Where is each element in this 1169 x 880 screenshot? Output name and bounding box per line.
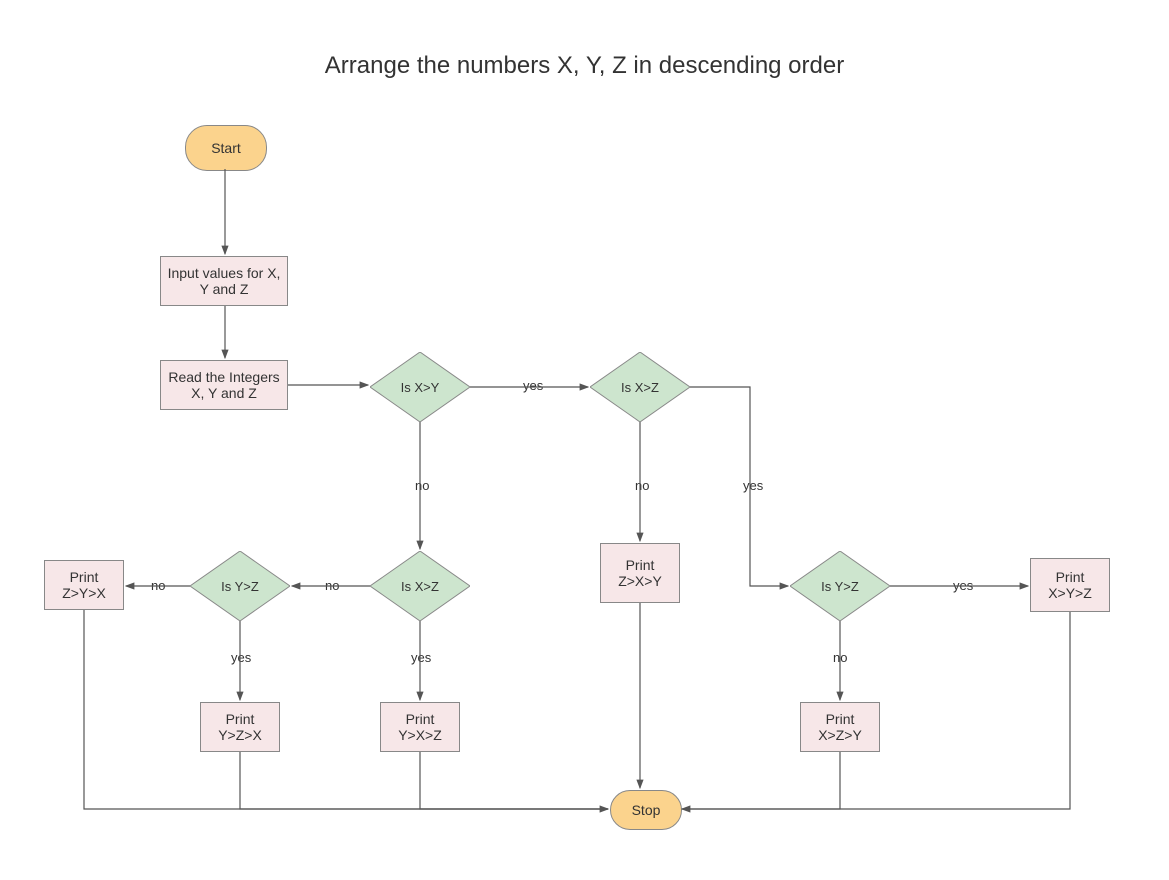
read-label: Read the Integers X, Y and Z <box>163 369 285 401</box>
label-yz-right-no: no <box>830 650 850 665</box>
connectors <box>0 0 1169 880</box>
decision-y-gt-z-left: Is Y>Z <box>190 551 290 621</box>
decision-x-gt-z-mid-label: Is X>Z <box>370 551 470 621</box>
input-node: Input values for X, Y and Z <box>160 256 288 306</box>
decision-x-gt-z-top-label: Is X>Z <box>590 352 690 422</box>
print-zyx-label: Print Z>Y>X <box>47 569 121 601</box>
print-yxz: Print Y>X>Z <box>380 702 460 752</box>
label-xz-top-no: no <box>632 478 652 493</box>
decision-y-gt-z-right-label: Is Y>Z <box>790 551 890 621</box>
print-yxz-label: Print Y>X>Z <box>383 711 457 743</box>
decision-y-gt-z-right: Is Y>Z <box>790 551 890 621</box>
label-xz-mid-no: no <box>322 578 342 593</box>
label-yz-left-no: no <box>148 578 168 593</box>
read-node: Read the Integers X, Y and Z <box>160 360 288 410</box>
label-xz-top-yes: yes <box>740 478 766 493</box>
label-yz-right-yes: yes <box>950 578 976 593</box>
diagram-title: Arrange the numbers X, Y, Z in descendin… <box>0 52 1169 80</box>
decision-y-gt-z-left-label: Is Y>Z <box>190 551 290 621</box>
decision-x-gt-y-label: Is X>Y <box>370 352 470 422</box>
print-zyx: Print Z>Y>X <box>44 560 124 610</box>
print-xzy: Print X>Z>Y <box>800 702 880 752</box>
start-node: Start <box>185 125 267 171</box>
print-xyz-label: Print X>Y>Z <box>1033 569 1107 601</box>
print-zxy: Print Z>X>Y <box>600 543 680 603</box>
print-xzy-label: Print X>Z>Y <box>803 711 877 743</box>
label-xy-yes: yes <box>520 378 546 393</box>
print-xyz: Print X>Y>Z <box>1030 558 1110 612</box>
start-label: Start <box>211 140 241 156</box>
print-yzx-label: Print Y>Z>X <box>203 711 277 743</box>
label-yz-left-yes: yes <box>228 650 254 665</box>
decision-x-gt-y: Is X>Y <box>370 352 470 422</box>
label-xy-no: no <box>412 478 432 493</box>
stop-label: Stop <box>632 802 661 818</box>
print-yzx: Print Y>Z>X <box>200 702 280 752</box>
stop-node: Stop <box>610 790 682 830</box>
input-label: Input values for X, Y and Z <box>163 265 285 297</box>
decision-x-gt-z-mid: Is X>Z <box>370 551 470 621</box>
decision-x-gt-z-top: Is X>Z <box>590 352 690 422</box>
label-xz-mid-yes: yes <box>408 650 434 665</box>
print-zxy-label: Print Z>X>Y <box>603 557 677 589</box>
